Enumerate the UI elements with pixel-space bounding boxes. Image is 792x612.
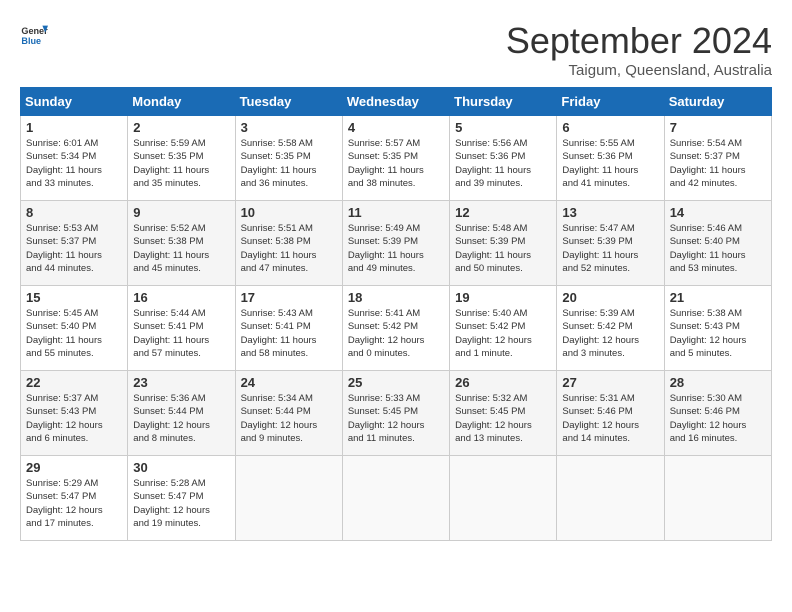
header-row: SundayMondayTuesdayWednesdayThursdayFrid… <box>21 88 772 116</box>
day-cell-26: 26Sunrise: 5:32 AMSunset: 5:45 PMDayligh… <box>450 371 557 456</box>
day-cell-14: 14Sunrise: 5:46 AMSunset: 5:40 PMDayligh… <box>664 201 771 286</box>
day-cell-30: 30Sunrise: 5:28 AMSunset: 5:47 PMDayligh… <box>128 456 235 541</box>
day-cell-6: 6Sunrise: 5:55 AMSunset: 5:36 PMDaylight… <box>557 116 664 201</box>
header-cell-tuesday: Tuesday <box>235 88 342 116</box>
day-cell-9: 9Sunrise: 5:52 AMSunset: 5:38 PMDaylight… <box>128 201 235 286</box>
logo: General Blue <box>20 20 48 48</box>
day-cell-10: 10Sunrise: 5:51 AMSunset: 5:38 PMDayligh… <box>235 201 342 286</box>
day-cell-23: 23Sunrise: 5:36 AMSunset: 5:44 PMDayligh… <box>128 371 235 456</box>
day-cell-20: 20Sunrise: 5:39 AMSunset: 5:42 PMDayligh… <box>557 286 664 371</box>
header-cell-saturday: Saturday <box>664 88 771 116</box>
day-cell-8: 8Sunrise: 5:53 AMSunset: 5:37 PMDaylight… <box>21 201 128 286</box>
month-title: September 2024 <box>506 20 772 62</box>
day-cell-empty-4-2 <box>235 456 342 541</box>
calendar-table: SundayMondayTuesdayWednesdayThursdayFrid… <box>20 87 772 541</box>
day-cell-3: 3Sunrise: 5:58 AMSunset: 5:35 PMDaylight… <box>235 116 342 201</box>
logo-icon: General Blue <box>20 20 48 48</box>
day-cell-2: 2Sunrise: 5:59 AMSunset: 5:35 PMDaylight… <box>128 116 235 201</box>
day-cell-21: 21Sunrise: 5:38 AMSunset: 5:43 PMDayligh… <box>664 286 771 371</box>
header-cell-thursday: Thursday <box>450 88 557 116</box>
day-cell-1: 1Sunrise: 6:01 AMSunset: 5:34 PMDaylight… <box>21 116 128 201</box>
day-cell-4: 4Sunrise: 5:57 AMSunset: 5:35 PMDaylight… <box>342 116 449 201</box>
day-cell-19: 19Sunrise: 5:40 AMSunset: 5:42 PMDayligh… <box>450 286 557 371</box>
day-cell-28: 28Sunrise: 5:30 AMSunset: 5:46 PMDayligh… <box>664 371 771 456</box>
week-row-2: 8Sunrise: 5:53 AMSunset: 5:37 PMDaylight… <box>21 201 772 286</box>
day-cell-27: 27Sunrise: 5:31 AMSunset: 5:46 PMDayligh… <box>557 371 664 456</box>
header-cell-wednesday: Wednesday <box>342 88 449 116</box>
header-cell-sunday: Sunday <box>21 88 128 116</box>
day-cell-empty-4-4 <box>450 456 557 541</box>
day-cell-11: 11Sunrise: 5:49 AMSunset: 5:39 PMDayligh… <box>342 201 449 286</box>
day-cell-22: 22Sunrise: 5:37 AMSunset: 5:43 PMDayligh… <box>21 371 128 456</box>
day-cell-5: 5Sunrise: 5:56 AMSunset: 5:36 PMDaylight… <box>450 116 557 201</box>
week-row-5: 29Sunrise: 5:29 AMSunset: 5:47 PMDayligh… <box>21 456 772 541</box>
title-block: September 2024 Taigum, Queensland, Austr… <box>506 20 772 79</box>
week-row-4: 22Sunrise: 5:37 AMSunset: 5:43 PMDayligh… <box>21 371 772 456</box>
day-cell-empty-4-6 <box>664 456 771 541</box>
day-cell-12: 12Sunrise: 5:48 AMSunset: 5:39 PMDayligh… <box>450 201 557 286</box>
week-row-1: 1Sunrise: 6:01 AMSunset: 5:34 PMDaylight… <box>21 116 772 201</box>
day-cell-25: 25Sunrise: 5:33 AMSunset: 5:45 PMDayligh… <box>342 371 449 456</box>
day-cell-15: 15Sunrise: 5:45 AMSunset: 5:40 PMDayligh… <box>21 286 128 371</box>
day-cell-empty-4-3 <box>342 456 449 541</box>
header-cell-friday: Friday <box>557 88 664 116</box>
day-cell-18: 18Sunrise: 5:41 AMSunset: 5:42 PMDayligh… <box>342 286 449 371</box>
header-cell-monday: Monday <box>128 88 235 116</box>
day-cell-24: 24Sunrise: 5:34 AMSunset: 5:44 PMDayligh… <box>235 371 342 456</box>
day-cell-empty-4-5 <box>557 456 664 541</box>
day-cell-13: 13Sunrise: 5:47 AMSunset: 5:39 PMDayligh… <box>557 201 664 286</box>
svg-text:Blue: Blue <box>21 36 41 46</box>
day-cell-7: 7Sunrise: 5:54 AMSunset: 5:37 PMDaylight… <box>664 116 771 201</box>
day-cell-29: 29Sunrise: 5:29 AMSunset: 5:47 PMDayligh… <box>21 456 128 541</box>
page-header: General Blue September 2024 Taigum, Quee… <box>20 20 772 79</box>
day-cell-16: 16Sunrise: 5:44 AMSunset: 5:41 PMDayligh… <box>128 286 235 371</box>
day-cell-17: 17Sunrise: 5:43 AMSunset: 5:41 PMDayligh… <box>235 286 342 371</box>
week-row-3: 15Sunrise: 5:45 AMSunset: 5:40 PMDayligh… <box>21 286 772 371</box>
location-subtitle: Taigum, Queensland, Australia <box>506 62 772 79</box>
